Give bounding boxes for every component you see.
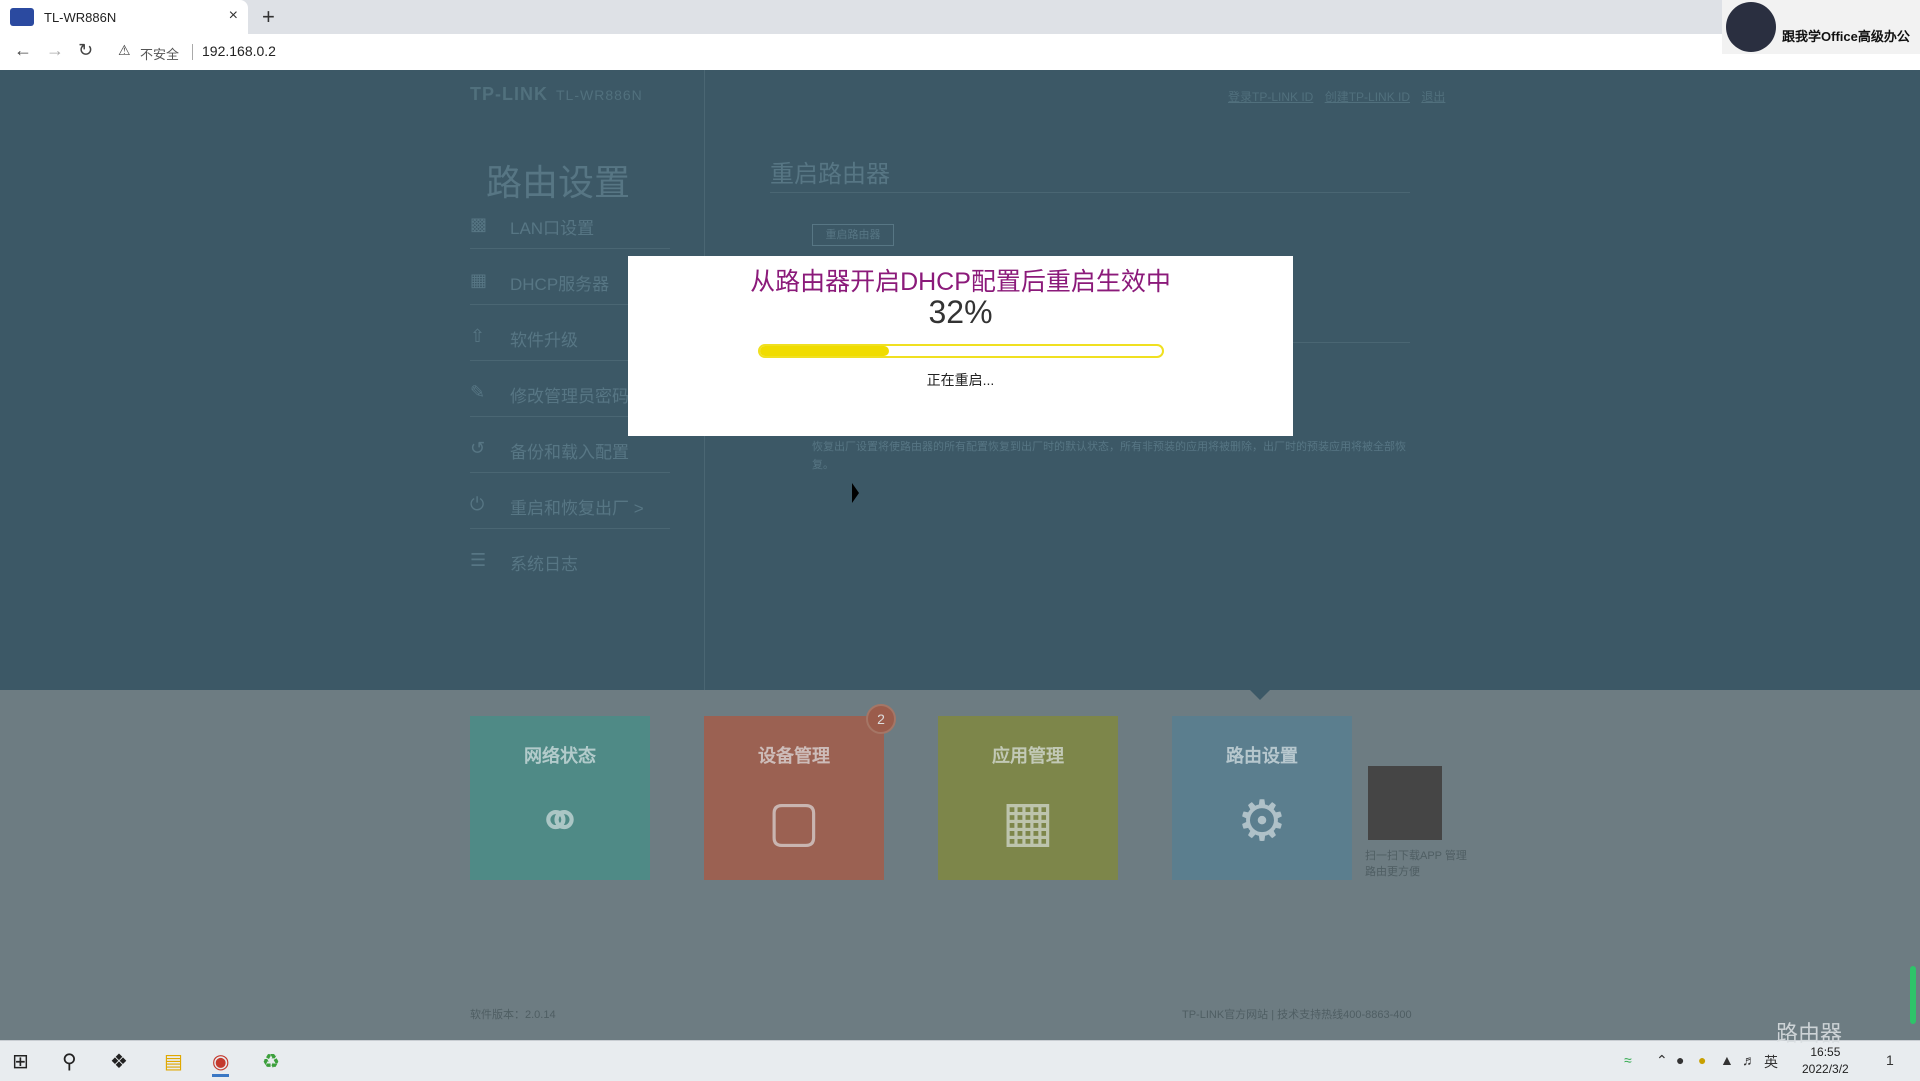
app-icon[interactable]: ♻ bbox=[262, 1049, 280, 1074]
app-qr-code bbox=[1368, 766, 1442, 840]
sidebar-item-label: 软件升级 bbox=[510, 331, 578, 350]
progress-fill bbox=[760, 346, 889, 356]
pencil-icon: ✎ bbox=[470, 382, 486, 402]
footer-links[interactable]: TP-LINK官方网站 | 技术支持热线400-8863-400 bbox=[1182, 1006, 1412, 1022]
tile-label: 应用管理 bbox=[992, 746, 1064, 766]
router-logo: TP-LINK TL-WR886N bbox=[470, 84, 643, 105]
software-version: 软件版本：2.0.14 bbox=[470, 1009, 556, 1021]
chrome-icon[interactable]: ◉ bbox=[212, 1049, 230, 1077]
sidebar-item-reboot[interactable]: ⏻ 重启和恢复出厂 > bbox=[470, 484, 670, 529]
tile-app-management[interactable]: 应用管理 ▦ bbox=[938, 716, 1118, 880]
mouse-cursor-icon bbox=[852, 483, 859, 503]
reset-description: 恢复出厂设置将使路由器的所有配置恢复到出厂时的默认状态，所有非预装的应用将被删除… bbox=[812, 441, 1406, 471]
browser-tab[interactable]: TL-WR886N × bbox=[0, 0, 248, 34]
tile-label: 网络状态 bbox=[524, 746, 596, 766]
new-tab-button[interactable]: + bbox=[262, 4, 275, 30]
logout-link[interactable]: 退出 bbox=[1421, 90, 1445, 104]
notification-icon[interactable]: 1 bbox=[1886, 1052, 1894, 1068]
ime-indicator[interactable]: 英 bbox=[1764, 1052, 1778, 1072]
brand-name: TP-LINK bbox=[470, 84, 548, 104]
power-icon: ⏻ bbox=[470, 494, 485, 514]
qq-icon[interactable]: ● bbox=[1676, 1052, 1684, 1068]
active-indicator bbox=[1250, 690, 1270, 700]
login-link[interactable]: 登录TP-LINK ID bbox=[1228, 90, 1313, 104]
url-text[interactable]: 192.168.0.2 bbox=[202, 43, 276, 59]
start-icon[interactable]: ⊞ bbox=[12, 1049, 29, 1074]
security-label[interactable]: 不安全 bbox=[140, 44, 179, 63]
upgrade-icon: ⇧ bbox=[470, 326, 486, 346]
sidebar-item-label: 备份和载入配置 bbox=[510, 443, 629, 462]
tab-bar: TL-WR886N × + bbox=[0, 0, 1920, 34]
search-icon[interactable]: ⚲ bbox=[62, 1049, 77, 1074]
router-page: TP-LINK TL-WR886N 登录TP-LINK ID 创建TP-LINK … bbox=[0, 70, 1920, 1040]
network-icon[interactable]: ▲ bbox=[1720, 1052, 1734, 1068]
progress-status: 正在重启... bbox=[926, 372, 995, 388]
section-title: 重启路由器 bbox=[770, 161, 890, 188]
dialog-title: 从路由器开启DHCP配置后重启生效中 bbox=[750, 268, 1171, 296]
clock-date: 2022/3/2 bbox=[1802, 1062, 1849, 1076]
site-favicon-icon bbox=[10, 8, 34, 26]
volume-icon[interactable]: ♬ bbox=[1742, 1052, 1756, 1068]
reboot-button[interactable]: 重启路由器 bbox=[812, 224, 894, 246]
tile-router-settings[interactable]: 路由设置 ⚙ bbox=[1172, 716, 1352, 880]
sidebar-item-label: LAN口设置 bbox=[510, 219, 595, 238]
sidebar-item-log[interactable]: ☰ 系统日志 bbox=[470, 540, 670, 584]
section-divider bbox=[770, 192, 1410, 193]
reload-icon[interactable]: ↻ bbox=[78, 40, 93, 61]
webcam-overlay: 跟我学Office高级办公 bbox=[1722, 0, 1920, 54]
sidebar-item-lan[interactable]: ▩ LAN口设置 bbox=[470, 204, 670, 249]
tile-device-management[interactable]: 设备管理 ▢ bbox=[704, 716, 884, 880]
sidebar-item-label: 系统日志 bbox=[510, 555, 578, 574]
progress-percent: 32% bbox=[928, 294, 993, 330]
tab-title: TL-WR886N bbox=[44, 10, 117, 25]
taskbar: ⊞ ⚲ ❖ ▤ ◉ ♻ ≈ ⌃ ● ● ▲ ♬ 英 16:55 2022/3/2… bbox=[0, 1040, 1920, 1081]
apps-icon: ▦ bbox=[1001, 789, 1055, 852]
dhcp-icon: ▦ bbox=[470, 270, 488, 290]
lan-icon: ▩ bbox=[470, 214, 488, 234]
wifi-icon[interactable]: ≈ bbox=[1624, 1052, 1632, 1068]
create-id-link[interactable]: 创建TP-LINK ID bbox=[1325, 90, 1410, 104]
laptop-icon: ▢ bbox=[767, 789, 821, 852]
system-clock[interactable]: 16:55 2022/3/2 bbox=[1802, 1044, 1849, 1078]
address-bar: ← → ↻ ⚠ 不安全 192.168.0.2 bbox=[0, 34, 1920, 71]
tab-close-icon[interactable]: × bbox=[229, 7, 238, 25]
file-explorer-icon[interactable]: ▤ bbox=[164, 1049, 183, 1074]
model-name: TL-WR886N bbox=[556, 87, 643, 103]
webcam-caption: 跟我学Office高级办公 bbox=[1782, 29, 1910, 44]
sidebar-item-label: DHCP服务器 bbox=[510, 275, 610, 294]
chevron-up-icon[interactable]: ⌃ bbox=[1656, 1052, 1668, 1069]
account-links: 登录TP-LINK ID 创建TP-LINK ID 退出 bbox=[1228, 88, 1453, 105]
reboot-progress-dialog: 从路由器开启DHCP配置后重启生效中 32% 正在重启... bbox=[628, 256, 1293, 436]
sidebar-title: 路由设置 bbox=[486, 162, 631, 203]
url-field[interactable]: ⚠ 不安全 192.168.0.2 bbox=[108, 37, 1748, 67]
url-separator bbox=[192, 44, 193, 60]
tile-label: 路由设置 bbox=[1226, 746, 1298, 766]
forward-icon[interactable]: → bbox=[46, 40, 64, 61]
history-icon: ↺ bbox=[470, 438, 486, 458]
qr-caption: 扫一扫下载APP 管理路由更方便 bbox=[1365, 850, 1467, 878]
tile-label: 设备管理 bbox=[758, 746, 830, 766]
gear-icon: ⚙ bbox=[1236, 789, 1288, 852]
list-icon: ☰ bbox=[470, 550, 487, 570]
sidebar-item-label: 修改管理员密码 bbox=[510, 387, 629, 406]
task-view-icon[interactable]: ❖ bbox=[110, 1049, 128, 1074]
globe-icon: ⚭ bbox=[536, 789, 584, 852]
tray-app-icon[interactable]: ● bbox=[1698, 1052, 1706, 1068]
progress-bar bbox=[758, 344, 1164, 358]
tile-network-status[interactable]: 网络状态 ⚭ bbox=[470, 716, 650, 880]
presenter-avatar bbox=[1726, 2, 1776, 52]
back-icon[interactable]: ← bbox=[14, 40, 32, 61]
scroll-indicator bbox=[1910, 966, 1916, 1024]
watermark: 路由器 bbox=[1776, 1021, 1843, 1046]
warning-icon[interactable]: ⚠ bbox=[118, 42, 131, 59]
device-count-badge: 2 bbox=[866, 704, 896, 734]
sidebar-item-label: 重启和恢复出厂 > bbox=[510, 499, 644, 518]
